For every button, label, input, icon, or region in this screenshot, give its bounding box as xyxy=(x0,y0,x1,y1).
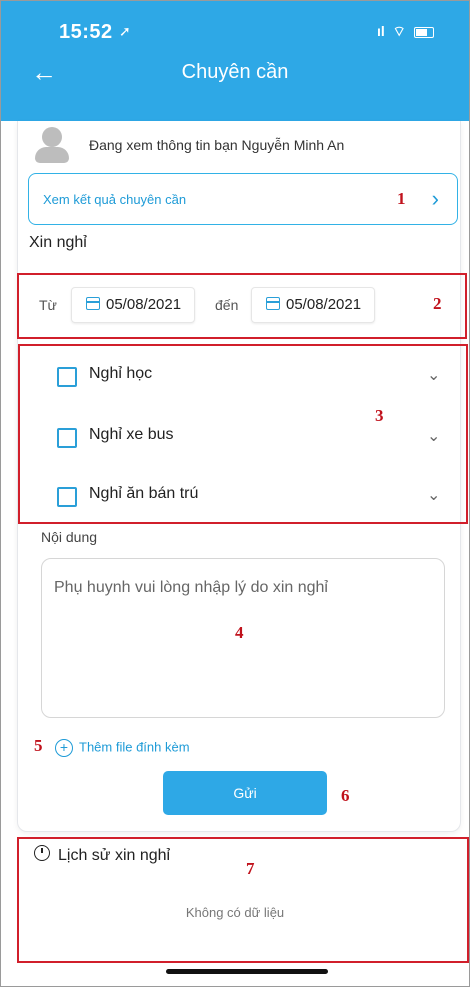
chevron-right-icon: › xyxy=(431,186,439,211)
wifi-icon: ⌔ xyxy=(392,23,406,39)
status-time: 15:52 xyxy=(59,21,113,43)
page-title: Chuyên cần xyxy=(181,61,289,83)
add-attachment-button[interactable]: + Thêm file đính kèm xyxy=(55,739,190,757)
annotation-number-3: 3 xyxy=(375,406,384,425)
app-header: 15:52 ➚ ıl ⌔ ← Chuyên cần xyxy=(1,1,469,121)
view-attendance-result-button[interactable]: Xem kết quả chuyên cần › xyxy=(28,173,458,225)
send-button[interactable]: Gửi xyxy=(163,771,327,815)
viewing-student-text: Đang xem thông tin bạn Nguyễn Minh An xyxy=(89,137,345,153)
leave-section-title: Xin nghỉ xyxy=(29,234,87,251)
avatar xyxy=(35,127,69,163)
annotation-box-3 xyxy=(18,344,468,524)
app-screen: 15:52 ➚ ıl ⌔ ← Chuyên cần Đang xem thông… xyxy=(0,0,470,987)
add-attachment-label: Thêm file đính kèm xyxy=(79,739,190,755)
annotation-box-7 xyxy=(17,837,469,963)
signal-icon: ıl xyxy=(377,23,385,39)
view-attendance-result-label: Xem kết quả chuyên cần xyxy=(43,192,187,207)
annotation-number-4: 4 xyxy=(235,623,244,642)
plus-circle-icon: + xyxy=(55,739,73,757)
content-label: Nội dung xyxy=(41,529,98,545)
annotation-number-2: 2 xyxy=(433,294,442,313)
annotation-number-6: 6 xyxy=(341,786,350,805)
location-arrow-icon: ➚ xyxy=(119,23,131,39)
annotation-number-1: 1 xyxy=(397,189,406,208)
annotation-box-2 xyxy=(17,273,467,339)
status-icons: ıl ⌔ xyxy=(377,23,434,41)
home-indicator xyxy=(166,969,328,974)
annotation-number-7: 7 xyxy=(246,859,255,878)
battery-icon xyxy=(413,26,434,38)
annotation-number-5: 5 xyxy=(34,736,43,755)
